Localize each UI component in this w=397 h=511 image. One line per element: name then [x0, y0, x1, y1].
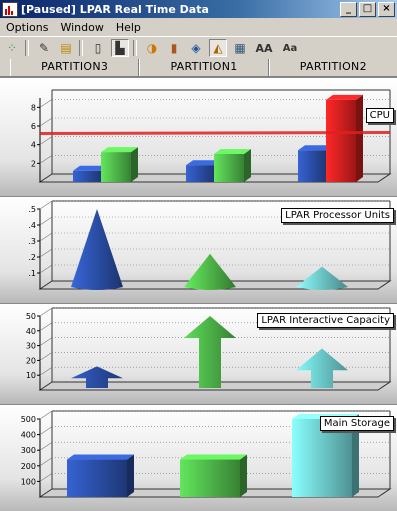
- cpu-chart: 2 4 6 8: [31, 89, 392, 183]
- grid-side: [39, 248, 53, 258]
- tick-label: 20: [26, 356, 36, 365]
- menu-options[interactable]: Options: [0, 21, 54, 34]
- main-storage-bar-side: [127, 454, 134, 497]
- stack-icon[interactable]: ▦: [231, 39, 249, 57]
- tick-label: 30: [26, 342, 36, 351]
- processor-units-cone: [184, 253, 236, 290]
- toolbar-separator: [25, 40, 29, 56]
- grid-side: [39, 155, 53, 164]
- main-storage-bar: [67, 459, 127, 497]
- tick-label: .3: [28, 237, 36, 246]
- tick-label: .5: [28, 205, 36, 214]
- maximize-button[interactable]: □: [359, 1, 376, 17]
- main-storage-bar-top: [180, 454, 247, 460]
- grid-side: [39, 200, 53, 210]
- column-partition2[interactable]: PARTITION2: [268, 59, 397, 76]
- tick-label: 10: [26, 371, 36, 380]
- font-decrease-icon[interactable]: Aa: [279, 39, 301, 57]
- tick-label: 100: [21, 477, 36, 486]
- tick-label: 500: [21, 415, 36, 424]
- tick-label: 4: [31, 141, 36, 150]
- toolbar: ⁘ ✎ ▤ ▯ ▙ ◑ ▮ ◈ ◭ ▦ AA Aa: [0, 36, 397, 60]
- processor-units-cone: [71, 209, 123, 290]
- grid-side: [39, 426, 53, 435]
- grid-side: [39, 352, 53, 361]
- main-storage-bar: [180, 459, 240, 497]
- cpu-bar-series2-side: [131, 147, 138, 182]
- chart-title: LPAR Interactive Capacity: [257, 313, 394, 328]
- cpu-bar-series1: [73, 170, 101, 182]
- tick-label: 200: [21, 462, 36, 471]
- cpu-bar-series2-side: [244, 149, 251, 182]
- cpu-reference-line: [39, 130, 391, 135]
- close-button[interactable]: ×: [378, 1, 395, 17]
- tick-label: 50: [26, 312, 36, 321]
- menu-help[interactable]: Help: [110, 21, 147, 34]
- chart-title: LPAR Processor Units: [281, 208, 394, 223]
- 3d-icon[interactable]: ◭: [209, 39, 227, 57]
- tick-label: .4: [28, 221, 36, 230]
- grid-side: [39, 216, 53, 226]
- grid-side: [39, 441, 53, 451]
- font-increase-icon[interactable]: AA: [253, 39, 275, 57]
- layout-icon[interactable]: ⁘: [3, 39, 21, 57]
- cpu-bar-series1: [298, 150, 326, 182]
- main-storage-bar-top: [67, 454, 134, 460]
- list-icon[interactable]: ▤: [57, 39, 75, 57]
- bar-icon[interactable]: ▙: [111, 39, 129, 57]
- interactive-capacity-arrow: [184, 316, 236, 388]
- tilt-icon[interactable]: ◈: [187, 39, 205, 57]
- column-partition1[interactable]: PARTITION1: [139, 59, 269, 76]
- tick-label: .2: [28, 253, 36, 262]
- tick-label: 300: [21, 446, 36, 455]
- grid-side: [39, 264, 53, 274]
- grid-side: [39, 473, 53, 482]
- grid-side: [39, 366, 53, 376]
- menu-bar: Options Window Help: [0, 18, 397, 36]
- toolbar-separator: [79, 40, 83, 56]
- grid-side: [39, 136, 53, 145]
- toolbar-separator: [133, 40, 137, 56]
- grid-side: [39, 232, 53, 242]
- tick-label: 6: [31, 122, 36, 131]
- cpu-bar-series2: [214, 154, 244, 182]
- tick-label: 8: [31, 103, 36, 112]
- window-title: [Paused] LPAR Real Time Data: [21, 2, 209, 16]
- grid-side: [39, 99, 53, 108]
- chart-bar-icon[interactable]: ▮: [165, 39, 183, 57]
- app-icon: [2, 1, 18, 17]
- cpu-bar-series1: [186, 165, 214, 182]
- tick-label: 2: [31, 159, 36, 168]
- interactive-capacity-chart-panel: 10 20 30 40 50 LPAR Interactive Capacity: [0, 303, 397, 404]
- column-partition3[interactable]: PARTITION3: [10, 59, 140, 76]
- title-bar[interactable]: [Paused] LPAR Real Time Data _ □ ×: [0, 0, 397, 18]
- grid-side: [39, 117, 53, 127]
- document-icon[interactable]: ▯: [89, 39, 107, 57]
- processor-units-chart-panel: .1 .2 .3 .4 .5 LPAR Processor Units: [0, 196, 397, 303]
- pen-icon[interactable]: ✎: [35, 39, 53, 57]
- menu-window[interactable]: Window: [54, 21, 109, 34]
- grid-side: [39, 410, 53, 420]
- main-storage-chart-panel: 100 200 300 400 500 Main Storage: [0, 404, 397, 511]
- grid-side: [39, 337, 53, 346]
- chart-title: CPU: [365, 108, 394, 123]
- pie-icon[interactable]: ◑: [143, 39, 161, 57]
- cpu-bar-series2: [101, 152, 131, 182]
- tick-label: 400: [21, 431, 36, 440]
- tick-label: 40: [26, 327, 36, 336]
- minimize-button[interactable]: _: [340, 1, 357, 17]
- cpu-bar-series2: [326, 99, 356, 182]
- cpu-chart-panel: 2 4 6 8 CPU: [0, 77, 397, 196]
- cpu-bar-series2-side: [356, 94, 363, 182]
- main-storage-bar-side: [240, 454, 247, 497]
- grid-side: [39, 457, 53, 467]
- tick-label: .1: [28, 269, 36, 278]
- grid-side: [39, 307, 53, 317]
- processor-units-cone: [296, 266, 348, 290]
- chart-title: Main Storage: [319, 416, 394, 431]
- column-header: PARTITION3 PARTITION1 PARTITION2: [0, 59, 397, 77]
- grid-side: [39, 322, 53, 332]
